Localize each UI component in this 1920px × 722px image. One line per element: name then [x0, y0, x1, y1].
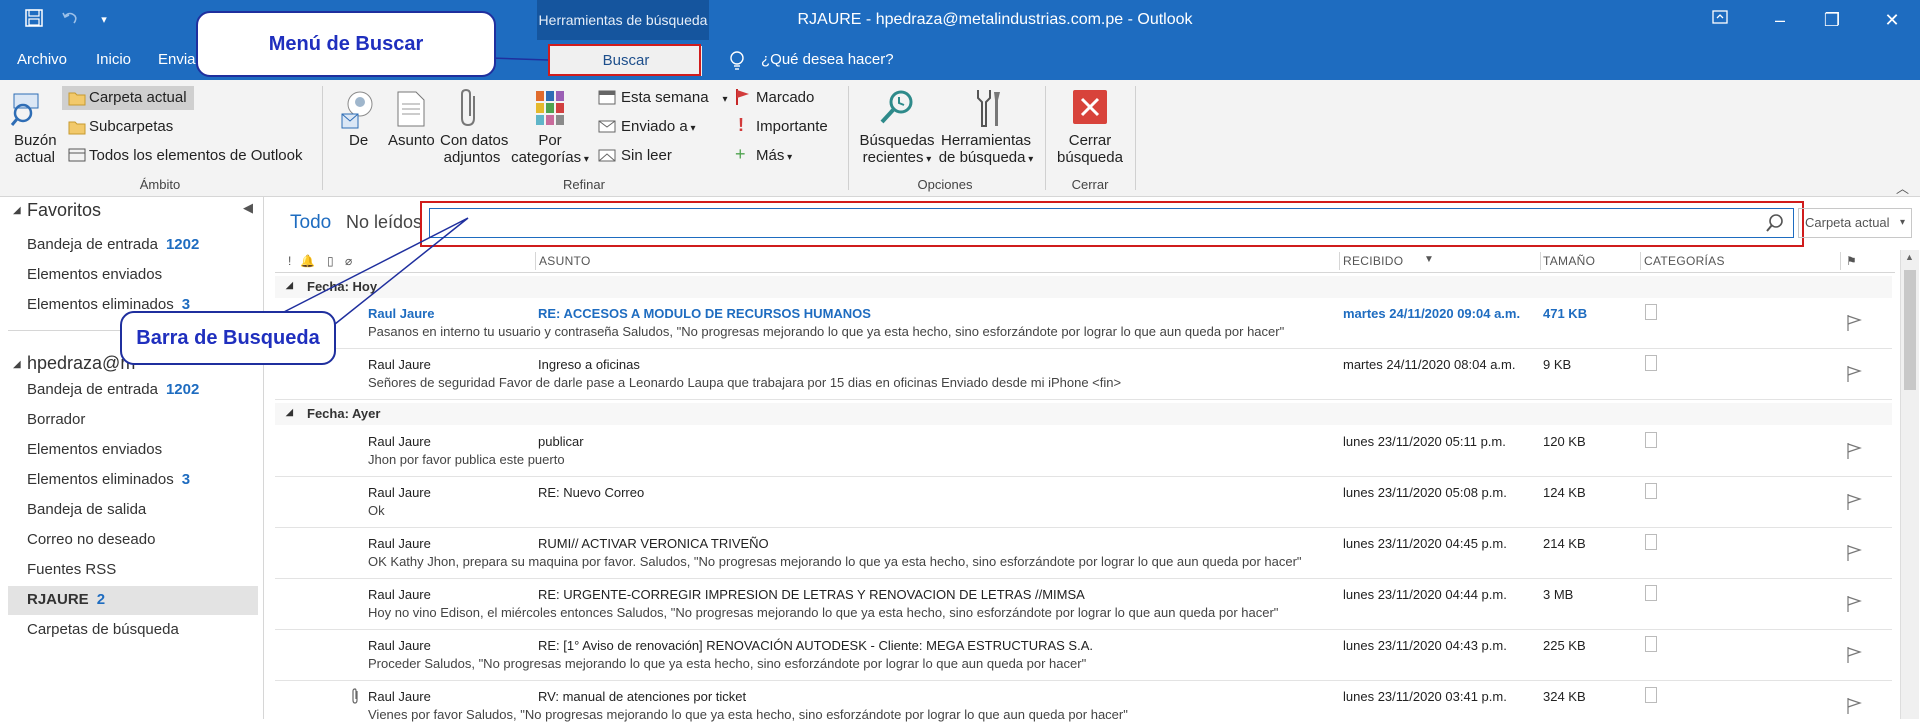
callout-barra-de-busqueda: Barra de Busqueda: [120, 311, 336, 365]
callout-menu-de-buscar: Menú de Buscar: [196, 11, 496, 77]
